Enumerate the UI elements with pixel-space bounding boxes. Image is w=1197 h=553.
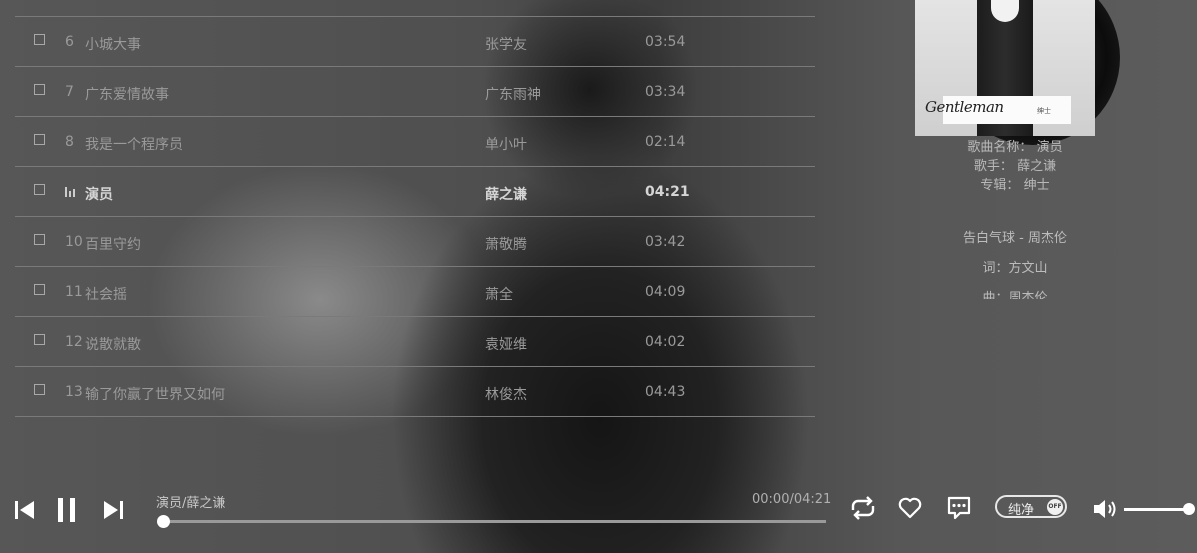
track-artist[interactable]: 张学友 — [485, 34, 527, 54]
pure-mode-toggle[interactable]: 纯净 OFF — [995, 495, 1067, 518]
cover-signature: Gentleman — [925, 98, 1004, 116]
track-title[interactable]: 广东爱情故事 — [85, 84, 169, 104]
track-number: 10 — [65, 234, 83, 250]
playlist: 6 小城大事 张学友 03:54 7 广东爱情故事 广东雨神 03:34 8 我是一个程序员 单小叶… — [15, 16, 815, 417]
track-duration: 03:42 — [645, 234, 686, 250]
pure-mode-label: 纯净 — [1008, 503, 1035, 518]
track-artist[interactable]: 萧全 — [485, 284, 513, 304]
playlist-row[interactable]: 12 说散就散 袁娅维 04:02 — [15, 316, 815, 366]
lyric-line: 词：方文山 — [982, 261, 1048, 276]
pause-icon[interactable] — [57, 497, 77, 527]
playback-time: 00:00/04:21 — [752, 492, 832, 507]
album-label: 专辑： — [980, 178, 1020, 193]
song-name-line: 歌曲名称： 演员 — [915, 138, 1115, 157]
track-number: 8 — [65, 134, 74, 150]
track-duration: 04:02 — [645, 334, 686, 350]
track-title[interactable]: 说散就散 — [85, 334, 141, 354]
track-number: 13 — [65, 384, 83, 400]
track-artist[interactable]: 单小叶 — [485, 134, 527, 154]
playlist-row[interactable]: 11 社会摇 萧全 04:09 — [15, 266, 815, 316]
singer-label: 歌手： — [973, 159, 1013, 174]
song-name-value: 演员 — [1036, 140, 1063, 155]
comment-icon[interactable] — [946, 495, 972, 525]
row-checkbox[interactable] — [34, 134, 45, 145]
song-info: 歌曲名称： 演员 歌手： 薛之谦 专辑： 绅士 — [915, 138, 1115, 195]
track-artist[interactable]: 袁娅维 — [485, 334, 527, 354]
now-playing-title: 演员/薛之谦 — [156, 496, 226, 511]
album-value: 绅士 — [1023, 178, 1050, 193]
album-line: 专辑： 绅士 — [915, 176, 1115, 195]
track-title[interactable]: 演员 — [85, 184, 113, 204]
track-duration: 04:43 — [645, 384, 686, 400]
album-art: Gentleman 绅士 — [915, 0, 1120, 145]
progress-track[interactable] — [163, 520, 826, 523]
track-number: 11 — [65, 284, 83, 300]
heart-icon[interactable] — [898, 497, 922, 523]
volume-knob[interactable] — [1183, 503, 1195, 515]
cover-tag-text: 绅士 — [1037, 107, 1051, 115]
skip-forward-icon[interactable] — [102, 500, 124, 524]
lyric-line: 曲：周杰伦 — [982, 291, 1048, 299]
playlist-row[interactable]: 6 小城大事 张学友 03:54 — [15, 16, 815, 66]
track-number: 7 — [65, 84, 74, 100]
lyric-line: 告白气球 - 周杰伦 — [963, 231, 1067, 246]
track-duration: 02:14 — [645, 134, 686, 150]
playlist-row[interactable]: 10 百里守约 萧敬腾 03:42 — [15, 216, 815, 266]
track-artist[interactable]: 薛之谦 — [485, 184, 527, 204]
row-checkbox[interactable] — [34, 384, 45, 395]
track-artist[interactable]: 萧敬腾 — [485, 234, 527, 254]
playlist-row[interactable]: 13 输了你赢了世界又如何 林俊杰 04:43 — [15, 366, 815, 417]
repeat-icon[interactable] — [849, 496, 877, 524]
volume-slider[interactable] — [1124, 508, 1188, 511]
track-title[interactable]: 百里守约 — [85, 234, 141, 254]
row-checkbox[interactable] — [34, 184, 45, 195]
track-duration: 03:54 — [645, 34, 686, 50]
row-checkbox[interactable] — [34, 334, 45, 345]
pure-mode-state: OFF — [1047, 499, 1063, 515]
playlist-row[interactable]: 演员 薛之谦 04:21 — [15, 166, 815, 216]
player-bar: 演员/薛之谦 00:00/04:21 纯净 OFF — [0, 480, 1197, 553]
lyrics-panel[interactable]: 告白气球 - 周杰伦 词：方文山 曲：周杰伦 — [915, 229, 1115, 299]
album-cover: Gentleman 绅士 — [915, 0, 1095, 136]
progress-knob[interactable] — [157, 515, 170, 528]
skip-back-icon[interactable] — [14, 500, 36, 524]
row-checkbox[interactable] — [34, 84, 45, 95]
playlist-row[interactable]: 8 我是一个程序员 单小叶 02:14 — [15, 116, 815, 166]
track-number: 6 — [65, 34, 74, 50]
row-checkbox[interactable] — [34, 234, 45, 245]
track-number: 12 — [65, 334, 83, 350]
track-title[interactable]: 输了你赢了世界又如何 — [85, 384, 225, 404]
singer-value: 薛之谦 — [1017, 159, 1057, 174]
track-duration: 04:09 — [645, 284, 686, 300]
row-checkbox[interactable] — [34, 284, 45, 295]
playing-indicator-icon — [65, 187, 77, 197]
track-artist[interactable]: 广东雨神 — [485, 84, 541, 104]
volume-icon[interactable] — [1092, 498, 1120, 524]
track-title[interactable]: 小城大事 — [85, 34, 141, 54]
row-checkbox[interactable] — [34, 34, 45, 45]
track-duration: 03:34 — [645, 84, 686, 100]
track-title[interactable]: 社会摇 — [85, 284, 127, 304]
song-name-label: 歌曲名称： — [967, 140, 1033, 155]
track-title[interactable]: 我是一个程序员 — [85, 134, 183, 154]
playlist-row[interactable]: 7 广东爱情故事 广东雨神 03:34 — [15, 66, 815, 116]
track-duration: 04:21 — [645, 184, 690, 200]
track-artist[interactable]: 林俊杰 — [485, 384, 527, 404]
singer-line: 歌手： 薛之谦 — [915, 157, 1115, 176]
